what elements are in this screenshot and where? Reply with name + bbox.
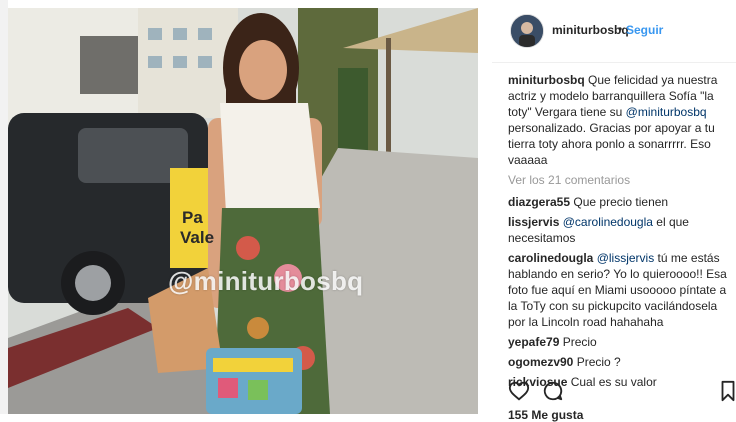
photo-illustration <box>8 8 478 414</box>
caption: miniturbosbq Que felicidad ya nuestra ac… <box>508 72 734 168</box>
list-item: lissjervis @carolinedougla el que necesi… <box>508 214 734 246</box>
view-all-comments-link[interactable]: Ver los 21 comentarios <box>508 172 734 188</box>
comment-username[interactable]: carolinedougla <box>508 251 593 265</box>
comment-username[interactable]: ogomezv90 <box>508 355 573 369</box>
list-item: ogomezv90 Precio ? <box>508 354 734 370</box>
sign-text-top: Pa <box>182 208 203 227</box>
list-item: diazgera55 Que precio tienen <box>508 194 734 210</box>
photo-watermark: @miniturbosbq <box>168 266 364 296</box>
sign-text-bottom: Vale <box>180 228 215 247</box>
comment-text: Precio <box>559 335 597 349</box>
caption-mention[interactable]: @miniturbosbq <box>626 105 707 119</box>
heart-icon[interactable] <box>508 380 530 402</box>
comment-icon[interactable] <box>542 380 564 402</box>
comment-text: Que precio tienen <box>570 195 669 209</box>
caption-username[interactable]: miniturbosbq <box>508 73 585 87</box>
caption-text-after: personalizado. Gracias por apoyar a tu t… <box>508 121 715 167</box>
left-margin <box>0 0 8 414</box>
follow-button[interactable]: Seguir <box>626 23 663 37</box>
comment-mention[interactable]: @lissjervis <box>593 251 655 265</box>
action-bar <box>492 376 736 406</box>
avatar[interactable] <box>510 14 544 48</box>
comment-username[interactable]: yepafe79 <box>508 335 559 349</box>
bookmark-icon[interactable] <box>720 380 736 402</box>
post-sidebar: miniturbosbq • Seguir miniturbosbq Que f… <box>492 0 736 422</box>
likes-count[interactable]: 155 Me gusta <box>508 408 583 422</box>
post-header: miniturbosbq • Seguir <box>492 0 736 63</box>
header-separator: • <box>618 22 623 36</box>
comment-text: Precio ? <box>573 355 621 369</box>
post-photo[interactable]: Pa Vale @miniturbosbq <box>8 8 478 414</box>
list-item: carolinedougla @lissjervis tú me estás h… <box>508 250 734 330</box>
comments-list: miniturbosbq Que felicidad ya nuestra ac… <box>508 72 734 394</box>
list-item: yepafe79 Precio <box>508 334 734 350</box>
comment-mention[interactable]: @carolinedougla <box>559 215 653 229</box>
comment-username[interactable]: lissjervis <box>508 215 559 229</box>
comment-username[interactable]: diazgera55 <box>508 195 570 209</box>
avatar-image <box>511 15 543 47</box>
